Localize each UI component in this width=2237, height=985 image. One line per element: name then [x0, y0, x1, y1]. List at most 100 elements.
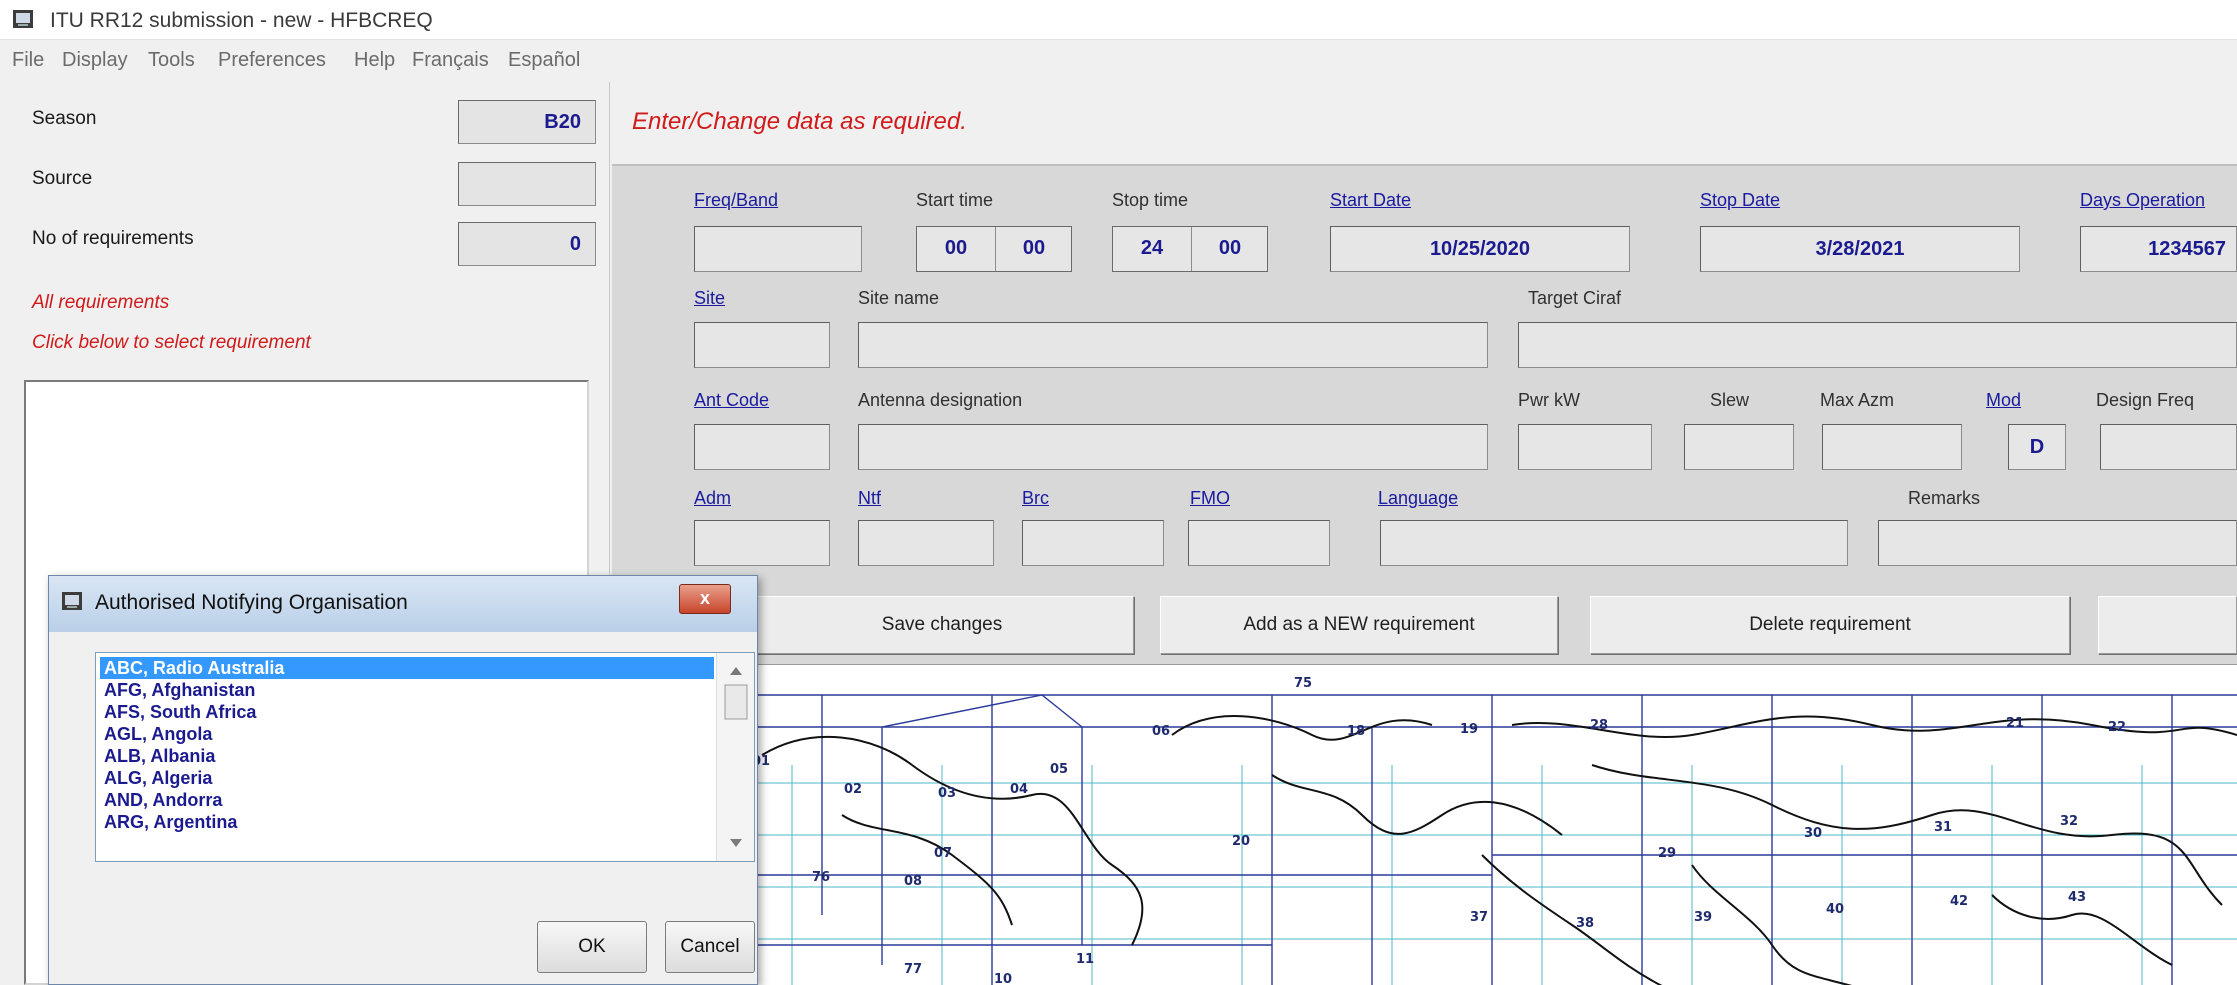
antenna-designation-field[interactable] — [858, 424, 1488, 470]
adm-label[interactable]: Adm — [694, 488, 731, 509]
start-date-field[interactable]: 10/25/2020 — [1330, 226, 1630, 272]
ant-code-label[interactable]: Ant Code — [694, 390, 769, 411]
title-bar: ITU RR12 submission - new - HFBCREQ — [0, 0, 2237, 40]
zone-40: 40 — [1826, 902, 1844, 917]
site-label[interactable]: Site — [694, 288, 725, 309]
ciraf-map-graphic: 75 01 02 03 04 05 06 07 08 11 18 19 20 2… — [612, 676, 2237, 985]
list-item[interactable]: AFS, South Africa — [100, 701, 714, 723]
zone-05: 05 — [1050, 762, 1068, 777]
season-field[interactable]: B20 — [458, 100, 596, 144]
menu-espanol[interactable]: Español — [508, 49, 580, 72]
app-icon — [13, 10, 33, 28]
list-item[interactable]: AND, Andorra — [100, 789, 714, 811]
zone-42: 42 — [1950, 894, 1968, 909]
fmo-field[interactable] — [1188, 520, 1330, 566]
mod-field[interactable]: D — [2008, 424, 2066, 470]
zone-76: 76 — [812, 870, 830, 885]
start-time-field[interactable]: 00 00 — [916, 226, 1072, 272]
slew-label: Slew — [1710, 390, 1750, 410]
slew-field[interactable] — [1684, 424, 1794, 470]
zone-22: 22 — [2108, 720, 2126, 735]
menu-francais[interactable]: Français — [412, 49, 489, 72]
list-item[interactable]: AGL, Angola — [100, 723, 714, 745]
stop-date-label[interactable]: Stop Date — [1700, 190, 1780, 211]
stop-minute-field[interactable]: 00 — [1192, 227, 1268, 271]
list-item[interactable]: ALG, Algeria — [100, 767, 714, 789]
language-field[interactable] — [1380, 520, 1848, 566]
remarks-label: Remarks — [1908, 488, 1981, 508]
zone-39: 39 — [1694, 910, 1712, 925]
brc-field[interactable] — [1022, 520, 1164, 566]
stop-hour-field[interactable]: 24 — [1113, 227, 1191, 271]
list-item[interactable]: ABC, Radio Australia — [100, 657, 714, 679]
list-item[interactable]: AFG, Afghanistan — [100, 679, 714, 701]
ok-button[interactable]: OK — [537, 921, 647, 973]
cancel-button[interactable]: Cancel — [665, 921, 755, 973]
start-hour-field[interactable]: 00 — [917, 227, 995, 271]
target-ciraf-field[interactable] — [1518, 322, 2237, 368]
zone-07: 07 — [934, 846, 952, 861]
list-item[interactable]: ALB, Albania — [100, 745, 714, 767]
ciraf-map[interactable]: 75 01 02 03 04 05 06 07 08 11 18 19 20 2… — [612, 664, 2237, 985]
remarks-field[interactable] — [1878, 520, 2237, 566]
freq-band-label[interactable]: Freq/Band — [694, 190, 778, 211]
stop-time-field[interactable]: 24 00 — [1112, 226, 1268, 272]
site-field[interactable] — [694, 322, 830, 368]
zone-18: 18 — [1347, 724, 1365, 739]
freq-band-field[interactable] — [694, 226, 862, 272]
extra-action-button[interactable] — [2098, 596, 2237, 654]
zone-03: 03 — [938, 786, 956, 801]
zone-10: 10 — [994, 972, 1012, 985]
zone-37: 37 — [1470, 910, 1488, 925]
ntf-field[interactable] — [858, 520, 994, 566]
pwr-kw-field[interactable] — [1518, 424, 1652, 470]
list-scrollbar[interactable] — [716, 653, 754, 861]
list-item[interactable]: ARG, Argentina — [100, 811, 714, 833]
zone-04: 04 — [1010, 782, 1028, 797]
adm-field[interactable] — [694, 520, 830, 566]
zone-43: 43 — [2068, 890, 2086, 905]
site-name-label: Site name — [858, 288, 940, 308]
no-of-requirements-field: 0 — [458, 222, 596, 266]
delete-requirement-button[interactable]: Delete requirement — [1590, 596, 2070, 654]
menu-help[interactable]: Help — [354, 49, 395, 72]
ntf-label[interactable]: Ntf — [858, 488, 881, 509]
days-operation-field[interactable]: 1234567 — [2080, 226, 2237, 272]
message-bar: Enter/Change data as required. — [612, 82, 2237, 166]
zone-19: 19 — [1460, 722, 1478, 737]
source-field[interactable] — [458, 162, 596, 206]
menu-preferences[interactable]: Preferences — [218, 49, 326, 72]
stop-date-field[interactable]: 3/28/2021 — [1700, 226, 2020, 272]
scrollbar-graphic — [724, 667, 748, 847]
close-button[interactable]: x — [679, 584, 731, 614]
fmo-label[interactable]: FMO — [1190, 488, 1230, 509]
design-freq-field[interactable] — [2100, 424, 2237, 470]
menu-file[interactable]: File — [12, 49, 44, 72]
start-date-label[interactable]: Start Date — [1330, 190, 1411, 211]
days-operation-label[interactable]: Days Operation — [2080, 190, 2205, 211]
dialog-title-bar[interactable]: Authorised Notifying Organisation x — [49, 576, 757, 632]
menu-bar: File Display Tools Preferences Help Fran… — [0, 40, 2237, 80]
source-label: Source — [32, 168, 93, 189]
zone-75: 75 — [1294, 676, 1312, 691]
zone-20: 20 — [1232, 834, 1250, 849]
zone-08: 08 — [904, 874, 922, 889]
start-minute-field[interactable]: 00 — [996, 227, 1072, 271]
all-requirements-label[interactable]: All requirements — [32, 292, 169, 314]
language-label[interactable]: Language — [1378, 488, 1458, 509]
max-azm-field[interactable] — [1822, 424, 1962, 470]
dialog-app-icon — [62, 592, 82, 610]
mod-label[interactable]: Mod — [1986, 390, 2021, 411]
site-name-field[interactable] — [858, 322, 1488, 368]
add-new-requirement-button[interactable]: Add as a NEW requirement — [1160, 596, 1558, 654]
no-of-requirements-label: No of requirements — [32, 228, 194, 249]
zone-11: 11 — [1076, 952, 1094, 967]
organisation-list[interactable]: ABC, Radio Australia AFG, Afghanistan AF… — [95, 652, 755, 862]
menu-display[interactable]: Display — [62, 49, 128, 72]
save-changes-button[interactable]: Save changes — [750, 596, 1134, 654]
zone-28: 28 — [1590, 718, 1608, 733]
brc-label[interactable]: Brc — [1022, 488, 1049, 509]
menu-tools[interactable]: Tools — [148, 49, 195, 72]
zone-06: 06 — [1152, 724, 1170, 739]
ant-code-field[interactable] — [694, 424, 830, 470]
